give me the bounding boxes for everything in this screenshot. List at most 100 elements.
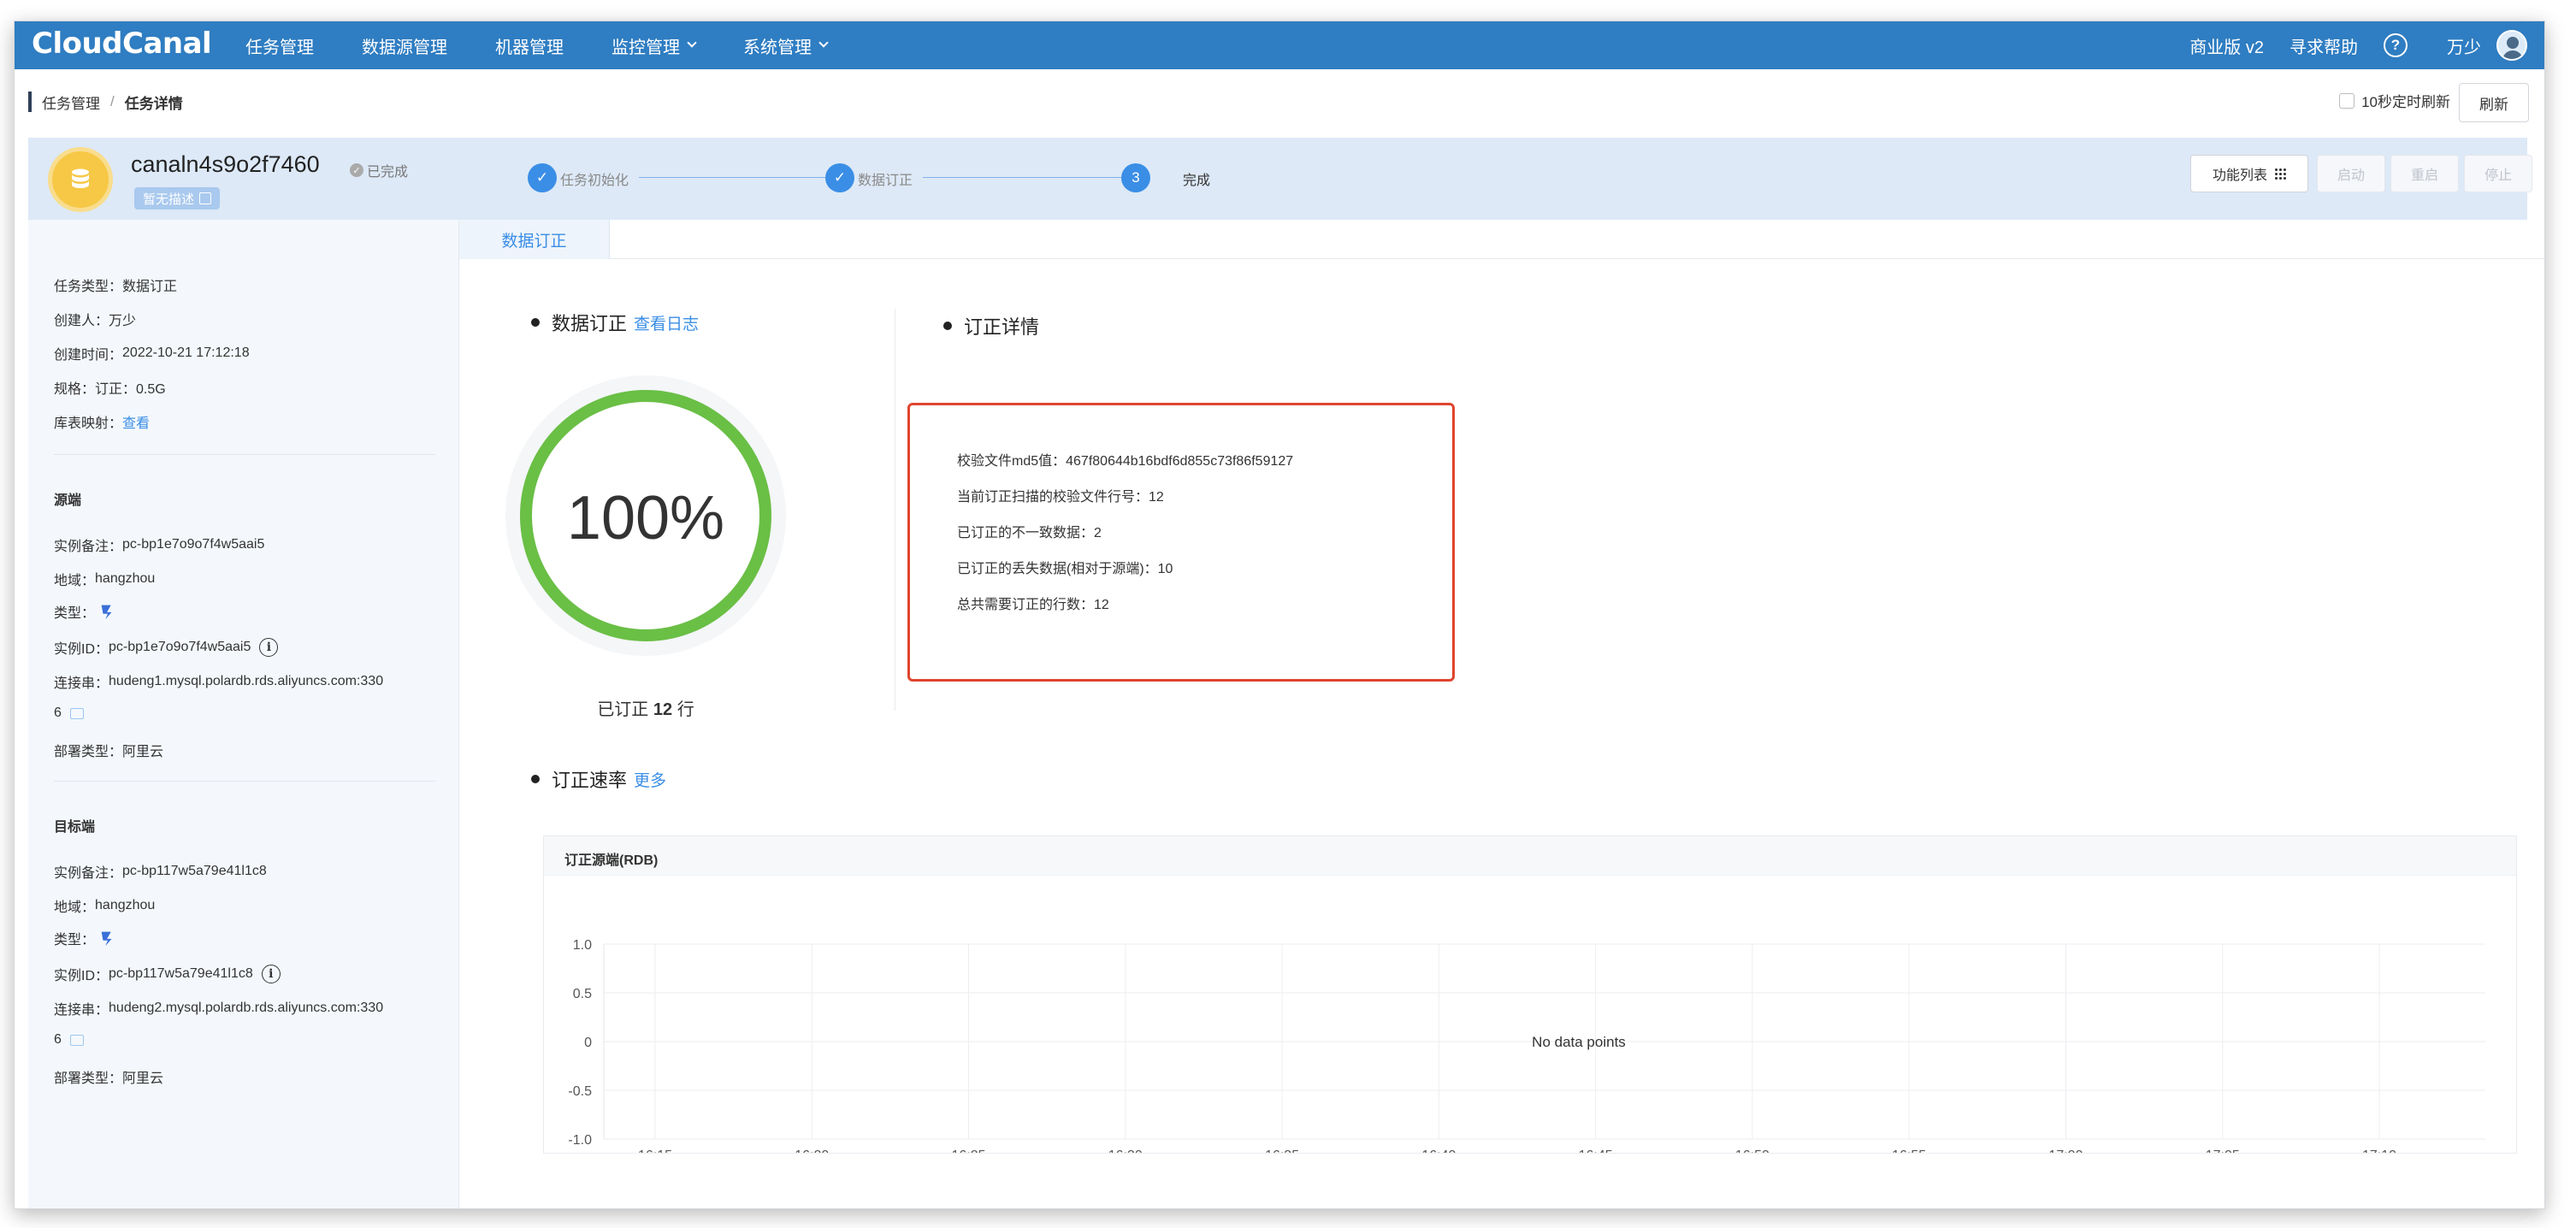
auto-refresh-checkbox[interactable]: [2339, 92, 2355, 109]
rate-chart-panel: 订正源端(RDB) 1.0 0.5 0 -0.5 -1.0 16:15 16:20 16:25…: [543, 835, 2517, 1154]
function-list-button[interactable]: 功能列表: [2190, 155, 2308, 192]
target-conn-row: 连接串： hudeng2.mysql.polardb.rds.aliyuncs.c…: [54, 1001, 384, 1018]
x-tick-label: 17:00: [2048, 1148, 2083, 1153]
source-conn-row-cont: 6: [54, 706, 84, 721]
view-log-link[interactable]: 查看日志: [634, 311, 699, 334]
empty-message: No data points: [1532, 1034, 1626, 1050]
x-tick-label: 16:20: [795, 1148, 829, 1153]
step-done-icon: ✓: [825, 163, 854, 192]
source-section-title: 源端: [54, 493, 82, 508]
mapping-view-link[interactable]: 查看: [122, 411, 150, 432]
progress-steps: ✓ 任务初始化 ✓ 数据订正 3 完成: [528, 163, 1263, 192]
breadcrumb-parent[interactable]: 任务管理: [42, 92, 100, 113]
x-tick-label: 16:40: [1421, 1148, 1456, 1153]
grid-icon: [2274, 168, 2286, 180]
start-button[interactable]: 启动: [2317, 155, 2385, 192]
chevron-down-icon: [818, 38, 829, 48]
y-tick-label: -1.0: [568, 1133, 592, 1148]
bullet-icon: [531, 318, 540, 327]
creator-row: 创建人： 万少: [54, 314, 137, 328]
detail-scan-line: 当前订正扫描的校验文件行号：12: [957, 490, 1164, 505]
task-header: canaln4s9o2f7460 ✓ 已完成 暂无描述 ✓ 任务初始化 ✓ 数据…: [28, 138, 2532, 220]
target-id-row: 实例ID： pc-bp117w5a79e41l1c8 i: [54, 964, 281, 984]
restart-button[interactable]: 重启: [2390, 155, 2459, 192]
main-nav: 任务管理 数据源管理 机器管理 监控管理 系统管理: [245, 21, 875, 69]
top-right-menu: 商业版 v2 寻求帮助 ? 万少: [2164, 21, 2527, 69]
edition-link[interactable]: 商业版 v2: [2189, 33, 2264, 58]
breadcrumb-separator: /: [110, 93, 115, 109]
divider: [54, 781, 435, 782]
nav-datasource-management[interactable]: 数据源管理: [362, 33, 447, 58]
detail-section-title: 订正详情: [943, 312, 1039, 339]
tab-bar: 数据订正: [459, 220, 2544, 259]
x-tick-label: 16:15: [638, 1148, 672, 1153]
app-window: CloudCanal 任务管理 数据源管理 机器管理 监控管理 系统管理 商业版…: [14, 21, 2545, 1209]
target-conn-row-cont: 6: [54, 1032, 84, 1048]
x-tick-label: 16:55: [1892, 1148, 1926, 1153]
help-link[interactable]: 寻求帮助: [2289, 33, 2358, 58]
y-tick-label: -0.5: [568, 1084, 592, 1099]
y-tick-label: 1.0: [573, 938, 592, 953]
x-tick-label: 16:45: [1579, 1148, 1613, 1153]
chart-title: 订正源端(RDB): [564, 853, 659, 868]
chevron-down-icon: [687, 38, 697, 48]
task-type-row: 任务类型： 数据订正: [54, 280, 178, 294]
source-type-row: 类型：: [54, 601, 117, 622]
top-navbar: CloudCanal 任务管理 数据源管理 机器管理 监控管理 系统管理 商业版…: [15, 21, 2544, 69]
rate-chart: 1.0 0.5 0 -0.5 -1.0 16:15 16:20 16:25 16:30 16:35…: [568, 938, 2485, 1153]
description-tag[interactable]: 暂无描述: [134, 187, 221, 210]
detail-inconsistent: 已订正的不一致数据：2: [957, 526, 1102, 540]
refresh-button[interactable]: 刷新: [2459, 83, 2529, 122]
step-done-icon: ✓: [528, 163, 557, 192]
detail-md5: 校验文件md5值：467f80644b16bdf6d855c73f86f5912…: [957, 454, 1294, 469]
nav-task-management[interactable]: 任务管理: [245, 33, 314, 58]
corrected-rows-caption: 已订正 12 行: [597, 700, 694, 719]
edit-icon[interactable]: [199, 192, 212, 204]
x-tick-label: 16:25: [952, 1148, 986, 1153]
step-label-correction: 数据订正: [858, 174, 913, 188]
nav-monitor-management[interactable]: 监控管理: [612, 33, 697, 58]
copy-icon[interactable]: [69, 1034, 84, 1046]
step-label-complete: 完成: [1183, 174, 1211, 188]
database-glyph: [72, 168, 89, 188]
database-icon: [52, 151, 109, 208]
more-link[interactable]: 更多: [634, 768, 666, 791]
logo: CloudCanal: [32, 27, 212, 61]
bullet-icon: [943, 322, 952, 330]
created-time-row: 创建时间： 2022-10-21 17:12:18: [54, 345, 250, 363]
stop-button[interactable]: 停止: [2464, 155, 2532, 192]
avatar[interactable]: [2496, 30, 2527, 61]
step-number: 3: [1121, 163, 1150, 192]
nav-system-management[interactable]: 系统管理: [743, 33, 829, 58]
info-icon[interactable]: i: [259, 638, 279, 657]
task-info-panel: 任务类型： 数据订正 创建人： 万少 创建时间： 2022-10-21 17:12:1…: [28, 220, 459, 1208]
copy-icon[interactable]: [69, 707, 84, 719]
rate-section-title: 订正速率 更多: [531, 765, 666, 793]
breadcrumb: 任务管理 / 任务详情: [28, 92, 183, 112]
breadcrumb-current: 任务详情: [124, 95, 183, 112]
y-tick-label: 0: [584, 1036, 592, 1050]
x-tick-label: 16:50: [1735, 1148, 1770, 1153]
step-connector: [923, 177, 1121, 178]
divider: [54, 454, 435, 455]
x-tick-label: 16:30: [1108, 1148, 1143, 1153]
auto-refresh-toggle[interactable]: 10秒定时刷新: [2339, 90, 2450, 111]
x-tick-label: 17:05: [2206, 1148, 2240, 1153]
correction-section-title: 数据订正 查看日志: [531, 309, 699, 336]
source-conn-row: 连接串： hudeng1.mysql.polardb.rds.aliyuncs.c…: [54, 674, 384, 691]
auto-refresh-label: 10秒定时刷新: [2361, 94, 2450, 110]
nav-machine-management[interactable]: 机器管理: [495, 33, 564, 58]
target-section-title: 目标端: [54, 820, 96, 835]
progress-percent: 100%: [566, 484, 725, 552]
question-icon[interactable]: ?: [2384, 33, 2408, 57]
tab-data-correction[interactable]: 数据订正: [459, 220, 610, 259]
chart-header: 订正源端(RDB): [544, 836, 2516, 876]
source-deploy-row: 部署类型： 阿里云: [54, 745, 164, 759]
target-type-row: 类型：: [54, 928, 117, 948]
target-note-row: 实例备注： pc-bp117w5a79e41l1c8: [54, 864, 267, 881]
breadcrumb-bar: 任务管理 / 任务详情 10秒定时刷新 刷新: [15, 69, 2544, 138]
polardb-icon: [101, 605, 112, 620]
user-name[interactable]: 万少: [2447, 33, 2481, 58]
info-icon[interactable]: i: [261, 965, 281, 983]
polardb-icon: [101, 931, 112, 947]
